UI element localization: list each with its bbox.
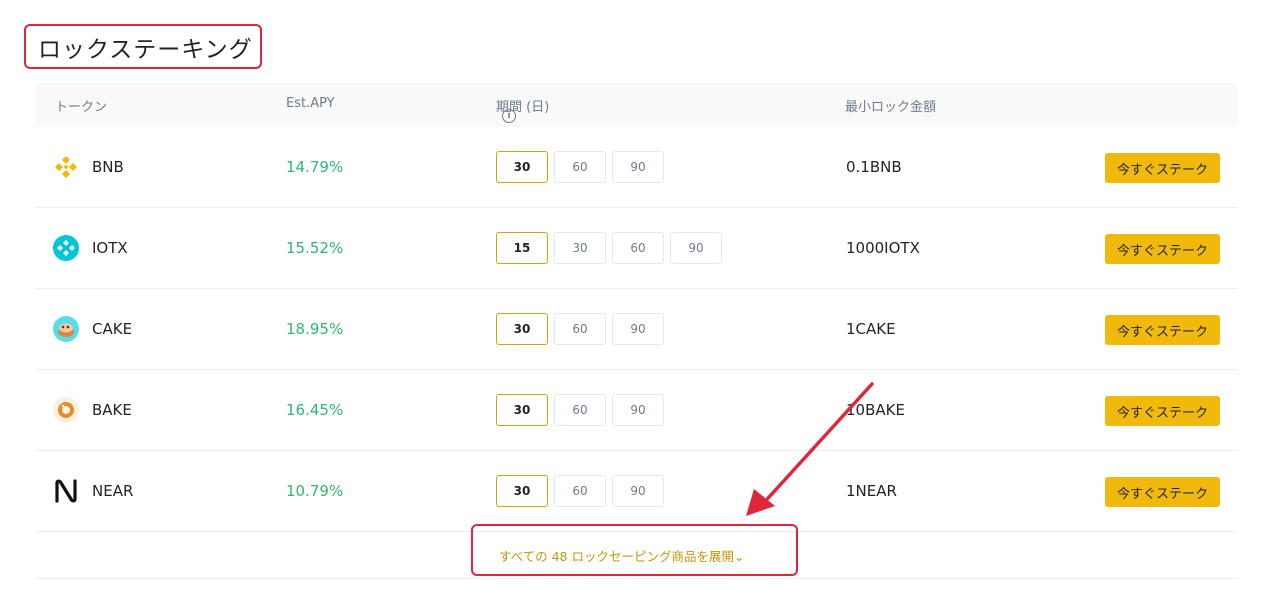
- period-button-90[interactable]: 90: [612, 475, 664, 507]
- period-button-60[interactable]: 60: [612, 232, 664, 264]
- token-name: BNB: [92, 158, 124, 176]
- apy-value: 18.95%: [286, 320, 344, 338]
- period-button-90[interactable]: 90: [612, 394, 664, 426]
- token-name: IOTX: [92, 239, 128, 257]
- period-button-30[interactable]: 30: [496, 394, 548, 426]
- stake-now-button[interactable]: 今すぐステーク: [1105, 153, 1220, 183]
- token-name: CAKE: [92, 320, 133, 338]
- table-header: トークン Est.APY 期間 (日) i 最小ロック金額: [36, 83, 1237, 127]
- period-button-15[interactable]: 15: [496, 232, 548, 264]
- period-button-30[interactable]: 30: [496, 313, 548, 345]
- table-row: NEAR 10.79% 30 60 90 1NEAR 今すぐステーク: [36, 451, 1237, 532]
- period-options: 30 60 90: [496, 151, 664, 183]
- header-period: 期間 (日) i: [496, 96, 549, 123]
- table-row: BNB 14.79% 30 60 90 0.1BNB 今すぐステーク: [36, 127, 1237, 208]
- period-options: 15 30 60 90: [496, 232, 722, 264]
- period-options: 30 60 90: [496, 475, 664, 507]
- stake-now-button[interactable]: 今すぐステーク: [1105, 477, 1220, 507]
- token-name: NEAR: [92, 482, 134, 500]
- cake-icon: [52, 315, 80, 343]
- period-button-90[interactable]: 90: [612, 313, 664, 345]
- period-button-90[interactable]: 90: [670, 232, 722, 264]
- chevron-down-icon: ⌄: [733, 549, 745, 564]
- iotx-icon: [52, 234, 80, 262]
- period-button-60[interactable]: 60: [554, 313, 606, 345]
- bnb-icon: [52, 153, 80, 181]
- period-button-30[interactable]: 30: [496, 151, 548, 183]
- min-lock-amount: 1000IOTX: [846, 239, 920, 257]
- table-row: IOTX 15.52% 15 30 60 90 1000IOTX 今すぐステーク: [36, 208, 1237, 289]
- period-button-30[interactable]: 30: [496, 475, 548, 507]
- stake-now-button[interactable]: 今すぐステーク: [1105, 315, 1220, 345]
- min-lock-amount: 1CAKE: [846, 320, 896, 338]
- info-icon[interactable]: i: [502, 109, 516, 123]
- expand-all-link[interactable]: すべての 48 ロックセーピング商品を展開⌄: [499, 546, 744, 565]
- staking-table: トークン Est.APY 期間 (日) i 最小ロック金額 BNB 14.79% 3…: [36, 83, 1237, 579]
- period-button-30[interactable]: 30: [554, 232, 606, 264]
- expand-label: すべての 48 ロックセーピング商品を展開: [499, 549, 734, 564]
- apy-value: 10.79%: [286, 482, 344, 500]
- period-button-60[interactable]: 60: [554, 151, 606, 183]
- stake-now-button[interactable]: 今すぐステーク: [1105, 396, 1220, 426]
- header-token: トークン: [55, 100, 108, 115]
- bake-icon: [52, 396, 80, 424]
- min-lock-amount: 10BAKE: [846, 401, 905, 419]
- near-icon: [52, 477, 80, 505]
- header-apy: Est.APY: [286, 96, 335, 111]
- period-options: 30 60 90: [496, 313, 664, 345]
- period-options: 30 60 90: [496, 394, 664, 426]
- min-lock-amount: 0.1BNB: [846, 158, 902, 176]
- apy-value: 15.52%: [286, 239, 344, 257]
- table-row: BAKE 16.45% 30 60 90 10BAKE 今すぐステーク: [36, 370, 1237, 451]
- period-button-60[interactable]: 60: [554, 475, 606, 507]
- period-button-60[interactable]: 60: [554, 394, 606, 426]
- table-row: CAKE 18.95% 30 60 90 1CAKE 今すぐステーク: [36, 289, 1237, 370]
- token-name: BAKE: [92, 401, 132, 419]
- apy-value: 16.45%: [286, 401, 344, 419]
- page-title: ロックステーキング: [38, 37, 253, 63]
- min-lock-amount: 1NEAR: [846, 482, 897, 500]
- header-min-amount: 最小ロック金額: [845, 100, 937, 115]
- stake-now-button[interactable]: 今すぐステーク: [1105, 234, 1220, 264]
- apy-value: 14.79%: [286, 158, 344, 176]
- period-button-90[interactable]: 90: [612, 151, 664, 183]
